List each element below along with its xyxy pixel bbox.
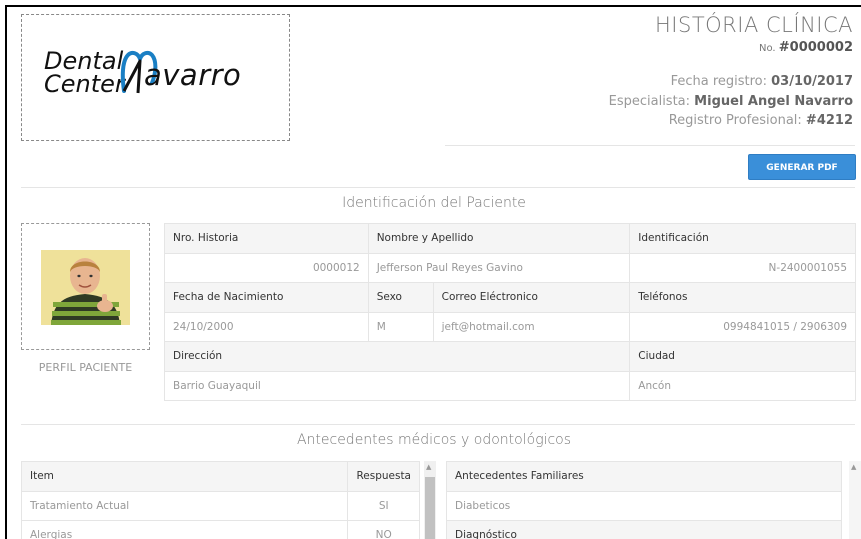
value-identificacion: N-2400001055 — [629, 252, 856, 283]
column-item: Item — [20, 461, 349, 492]
antecedentes-table: Item Respuesta Tratamiento Actual SI Ale… — [20, 461, 420, 539]
patient-photo-box — [21, 223, 150, 350]
fecha-registro: Fecha registro: 03/10/2017 — [670, 74, 853, 89]
value-correo: jeft@hotmail.com — [432, 311, 631, 342]
logo-box: Dental Center avarro — [21, 14, 290, 141]
record-number: No. #0000002 — [758, 40, 853, 55]
row-item: Alergias — [20, 520, 349, 539]
header-nacimiento: Fecha de Nacimiento — [164, 282, 369, 313]
value-ciudad: Ancón — [629, 370, 856, 401]
column-respuesta: Respuesta — [347, 461, 420, 492]
header-diagnostico: Diagnóstico — [446, 520, 842, 539]
scrollbar-thumb[interactable] — [425, 477, 435, 539]
header-direccion: Dirección — [163, 341, 631, 372]
familiares-scrollbar[interactable]: ▲ — [849, 461, 861, 539]
divider — [21, 187, 855, 188]
patient-info-table: Nro. Historia Nombre y Apellido Identifi… — [163, 223, 856, 401]
photo-label: PERFIL PACIENTE — [38, 361, 133, 374]
divider — [21, 424, 855, 425]
header-identificacion: Identificación — [629, 223, 856, 254]
scroll-up-icon[interactable]: ▲ — [851, 463, 856, 471]
value-nacimiento: 24/10/2000 — [164, 311, 369, 342]
logo-text: Dental Center — [44, 47, 125, 98]
header-correo: Correo Eléctronico — [432, 282, 631, 313]
value-telefonos: 0994841015 / 2906309 — [629, 311, 856, 342]
patient-photo — [41, 250, 130, 325]
antecedentes-scrollbar[interactable]: ▲ — [424, 461, 436, 539]
header-sexo: Sexo — [367, 282, 434, 313]
value-sexo: M — [367, 311, 434, 342]
value-familiares: Diabeticos — [446, 490, 842, 521]
value-direccion: Barrio Guayaquil — [163, 370, 631, 401]
registro-profesional: Registro Profesional: #4212 — [668, 113, 853, 128]
page-title: HISTÓRIA CLÍNICA — [655, 13, 853, 37]
row-respuesta: SI — [347, 490, 420, 521]
value-nombre: Jefferson Paul Reyes Gavino — [367, 252, 631, 283]
logo-brand: avarro — [144, 58, 242, 92]
scroll-up-icon[interactable]: ▲ — [426, 463, 431, 471]
table-row: Alergias NO — [20, 520, 420, 539]
value-historia: 0000012 — [164, 252, 369, 283]
generate-pdf-button[interactable]: GENERAR PDF — [748, 154, 856, 180]
row-respuesta: NO — [347, 520, 420, 539]
section-title-antecedentes: Antecedentes médicos y odontológicos — [296, 432, 572, 448]
header-historia: Nro. Historia — [164, 223, 369, 254]
header-familiares: Antecedentes Familiares — [446, 461, 842, 492]
clinical-history-page: Dental Center avarro HISTÓRIA CLÍNICA No… — [5, 5, 861, 539]
familiares-table: Antecedentes Familiares Diabeticos Diagn… — [446, 461, 842, 539]
divider — [445, 145, 855, 146]
row-item: Tratamiento Actual — [20, 490, 349, 521]
header-nombre: Nombre y Apellido — [367, 223, 631, 254]
header-telefonos: Teléfonos — [629, 282, 856, 313]
table-row: Tratamiento Actual SI — [20, 490, 420, 521]
especialista: Especialista: Miguel Angel Navarro — [608, 94, 853, 109]
header-ciudad: Ciudad — [629, 341, 856, 372]
section-title-patient: Identificación del Paciente — [342, 195, 526, 211]
